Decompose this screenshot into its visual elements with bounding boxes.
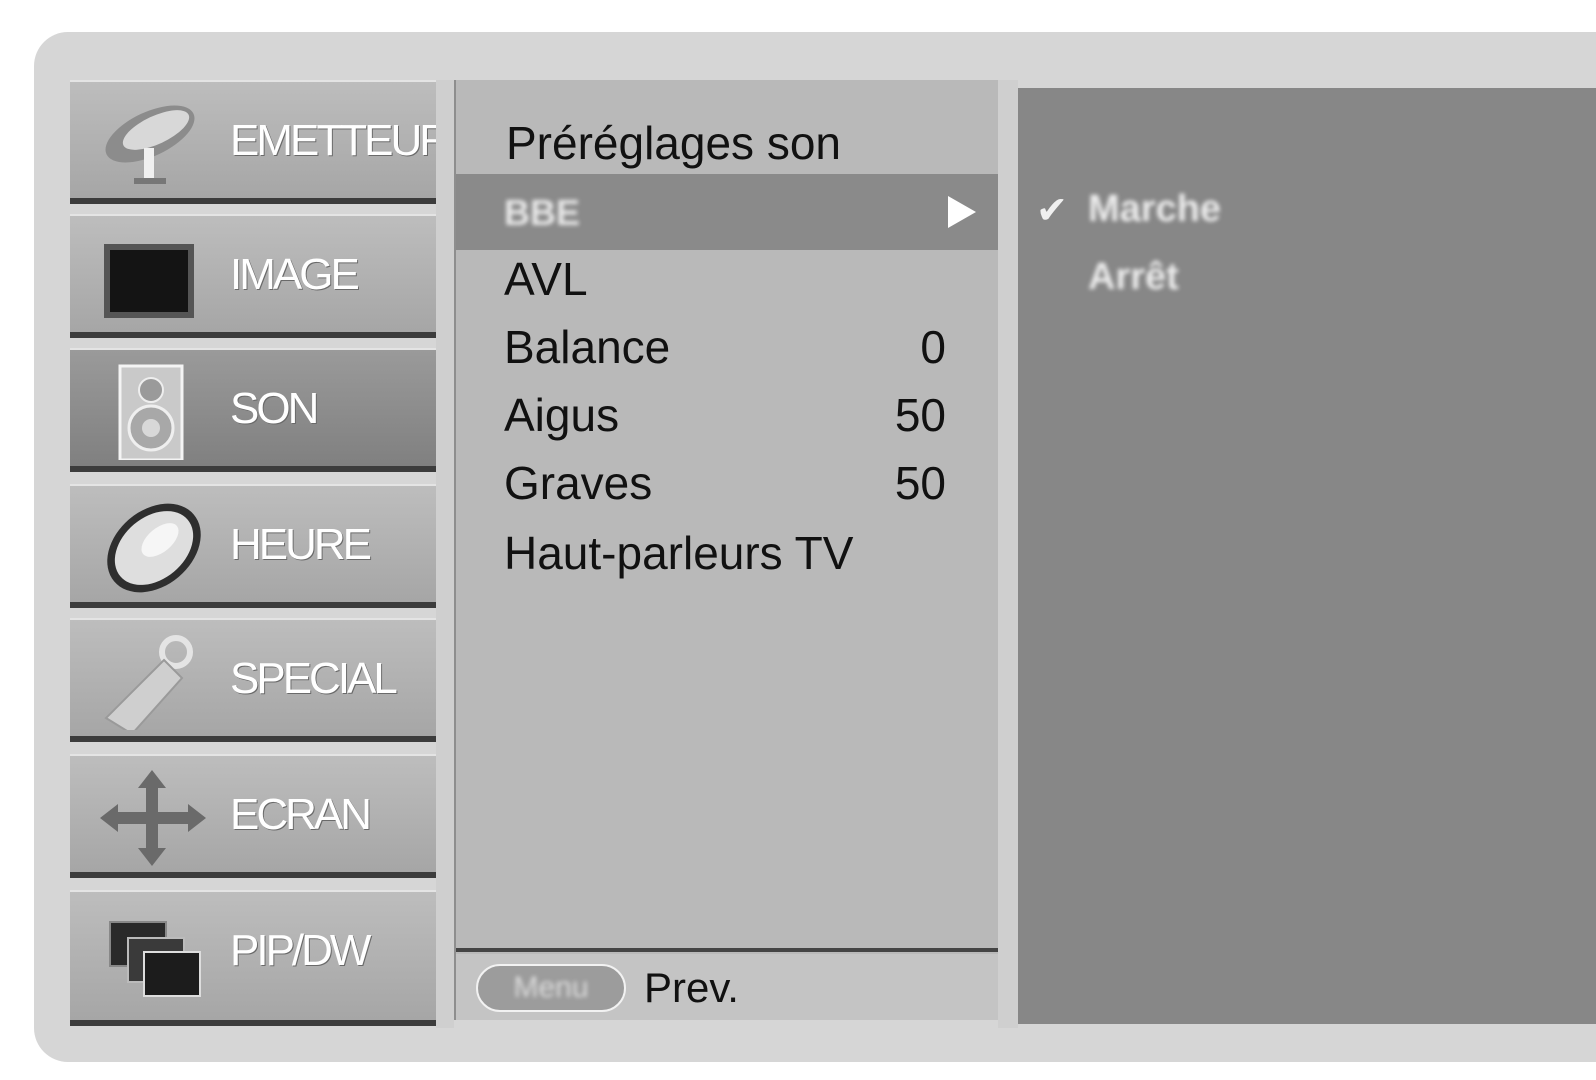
tv-screen-icon	[98, 226, 208, 326]
submenu-item-graves[interactable]: Graves	[504, 456, 652, 510]
footer-divider	[456, 948, 1000, 952]
category-label: HEURE	[230, 520, 372, 569]
move-arrows-icon	[98, 766, 208, 866]
category-ecran[interactable]: ECRAN	[70, 754, 436, 878]
category-heure[interactable]: HEURE	[70, 484, 436, 608]
category-pip-dw[interactable]: PIP/DW	[70, 890, 436, 1026]
column-separator	[436, 80, 454, 1028]
category-image[interactable]: IMAGE	[70, 214, 436, 338]
balance-value: 0	[920, 321, 946, 373]
column-separator	[998, 80, 1018, 1028]
category-son[interactable]: SON	[70, 348, 436, 472]
aigus-value: 50	[894, 389, 946, 441]
key-tag-icon	[98, 630, 208, 736]
pip-windows-icon	[98, 902, 208, 1002]
category-emetteur[interactable]: EMETTEUR	[70, 80, 436, 204]
submenu-item-aigus[interactable]: Aigus	[504, 388, 619, 442]
menu-button[interactable]: Menu	[476, 964, 626, 1012]
category-label: SPECIAL	[230, 654, 398, 703]
category-special[interactable]: SPECIAL	[70, 618, 436, 742]
category-label: EMETTEUR	[230, 116, 436, 165]
option-marche[interactable]: Marche	[1088, 188, 1221, 231]
category-label: IMAGE	[230, 250, 360, 299]
submenu-item-avl[interactable]: AVL	[504, 252, 588, 306]
submenu-item-label: BBE	[504, 192, 581, 233]
submenu-item-haut-parleurs[interactable]: Haut-parleurs TV	[504, 526, 853, 580]
submenu-item-highlighted[interactable]: BBE	[456, 174, 1000, 250]
satellite-dish-icon	[98, 92, 208, 192]
submenu-footer: Menu Prev.	[456, 954, 1000, 1020]
prev-label: Prev.	[644, 964, 739, 1011]
right-arrow-icon	[948, 196, 976, 228]
menu-button-label: Menu	[513, 971, 589, 1004]
option-arret[interactable]: Arrêt	[1088, 256, 1179, 299]
checkmark-icon: ✔	[1036, 190, 1068, 232]
category-label: ECRAN	[230, 790, 372, 839]
speaker-icon	[98, 360, 208, 462]
submenu-title: Préréglages son	[506, 117, 841, 169]
submenu-panel: Préréglages son BBE AVL Balance 0 Aigus …	[454, 80, 1000, 1020]
graves-value: 50	[894, 457, 946, 509]
submenu-item-balance[interactable]: Balance	[504, 320, 670, 374]
category-label: SON	[230, 384, 319, 433]
clock-icon	[98, 496, 208, 596]
category-label: PIP/DW	[230, 926, 371, 975]
option-panel: ✔ Marche Arrêt	[1018, 88, 1596, 1024]
